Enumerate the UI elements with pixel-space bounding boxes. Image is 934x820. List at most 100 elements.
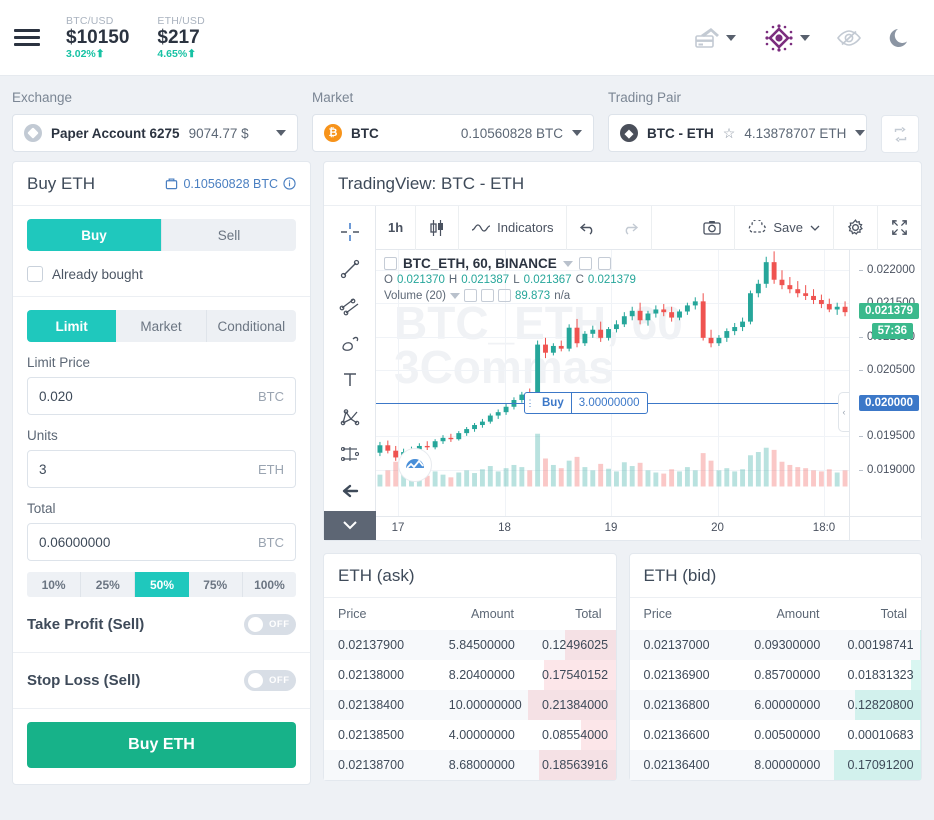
total-field[interactable]: BTC bbox=[27, 523, 296, 561]
fib-lines-icon[interactable] bbox=[330, 288, 370, 323]
chevron-down-icon bbox=[276, 130, 286, 136]
hamburger-icon[interactable] bbox=[14, 29, 40, 46]
table-row[interactable]: 0.021368006.000000000.12820800 bbox=[630, 690, 922, 720]
table-row[interactable]: 0.021370000.093000000.00198741 bbox=[630, 630, 922, 660]
chart-toolbar: 1h bbox=[376, 206, 921, 250]
chevron-down-icon[interactable] bbox=[563, 261, 573, 267]
tab-market[interactable]: Market bbox=[116, 310, 205, 342]
card-account-selector[interactable] bbox=[692, 25, 736, 51]
percent-100[interactable]: 100% bbox=[242, 572, 296, 597]
dark-mode-toggle[interactable] bbox=[888, 26, 912, 50]
wallet-icon bbox=[165, 177, 178, 190]
price-tick: 0.019500 bbox=[867, 430, 915, 442]
chart-plot-area[interactable]: BTC_ETH, 60 3Commas BTC_ETH, 60, BINANCE bbox=[376, 250, 849, 516]
table-row[interactable]: 0.021387008.680000000.18563916 bbox=[324, 750, 616, 780]
percent-50[interactable]: 50% bbox=[134, 572, 188, 597]
fullscreen-button[interactable] bbox=[878, 206, 921, 250]
indicators-button[interactable]: Indicators bbox=[459, 206, 566, 250]
take-profit-toggle[interactable]: OFF bbox=[244, 614, 296, 635]
table-row[interactable]: 0.021379005.845000000.12496025 bbox=[324, 630, 616, 660]
limit-price-field[interactable]: BTC bbox=[27, 377, 296, 415]
table-row[interactable]: 0.021366000.005000000.00010683 bbox=[630, 720, 922, 750]
chevron-down-icon bbox=[726, 35, 736, 41]
row-amount: 8.00000000 bbox=[740, 750, 833, 780]
row-total: 0.12496025 bbox=[528, 630, 615, 660]
tab-conditional[interactable]: Conditional bbox=[206, 310, 296, 342]
legend-collapse-icon[interactable] bbox=[384, 257, 397, 270]
refresh-button[interactable] bbox=[881, 115, 919, 153]
chart-settings-button[interactable] bbox=[834, 206, 878, 250]
row-price: 0.02137900 bbox=[324, 630, 435, 660]
chart-price-scale[interactable]: 0.0220000.0215000.0210000.0205000.020000… bbox=[849, 250, 921, 516]
favorite-star-icon[interactable]: ☆ bbox=[723, 125, 736, 142]
redo-button[interactable] bbox=[609, 206, 652, 250]
volume-settings-icon[interactable] bbox=[481, 289, 494, 302]
paper-account-icon bbox=[24, 124, 42, 142]
chevron-down-icon[interactable] bbox=[450, 293, 460, 299]
collapse-chevron-icon[interactable] bbox=[324, 511, 376, 540]
forecast-icon[interactable] bbox=[330, 437, 370, 472]
brush-icon[interactable] bbox=[330, 325, 370, 360]
table-row[interactable]: 0.021385004.000000000.08554000 bbox=[324, 720, 616, 750]
volume-close-icon[interactable] bbox=[498, 289, 511, 302]
total-input[interactable] bbox=[39, 535, 258, 550]
volume-na: n/a bbox=[554, 290, 570, 302]
ticker-btc-usd: BTC/USD $10150 3.02%⬆ bbox=[66, 15, 129, 61]
chart-type-button[interactable] bbox=[416, 206, 459, 250]
table-row[interactable]: 0.021364008.000000000.17091200 bbox=[630, 750, 922, 780]
limit-price-input[interactable] bbox=[39, 389, 258, 404]
stop-loss-label: Stop Loss (Sell) bbox=[27, 672, 140, 689]
drag-handle-icon[interactable]: ⋮ bbox=[525, 393, 535, 413]
screenshot-button[interactable] bbox=[690, 206, 735, 250]
save-label: Save bbox=[773, 220, 803, 235]
row-amount: 4.00000000 bbox=[435, 720, 528, 750]
percent-10[interactable]: 10% bbox=[27, 572, 80, 597]
tab-buy[interactable]: Buy bbox=[27, 219, 161, 251]
chart-card: TradingView: BTC - ETH bbox=[323, 161, 922, 541]
table-row[interactable]: 0.021380008.204000000.17540152 bbox=[324, 660, 616, 690]
order-panel-title: Buy ETH bbox=[27, 174, 95, 194]
row-amount: 5.84500000 bbox=[435, 630, 528, 660]
time-tick: 20 bbox=[711, 522, 724, 534]
percent-selector: 10% 25% 50% 75% 100% bbox=[27, 572, 296, 597]
units-input[interactable] bbox=[39, 462, 258, 477]
dashboard-logo-selector[interactable] bbox=[762, 21, 810, 55]
row-total: 0.12820800 bbox=[834, 690, 921, 720]
crosshair-icon[interactable] bbox=[330, 214, 370, 249]
interval-button[interactable]: 1h bbox=[376, 206, 416, 250]
stop-loss-toggle[interactable]: OFF bbox=[244, 670, 296, 691]
undo-button[interactable] bbox=[567, 206, 609, 250]
chart-panel-collapse-button[interactable]: ‹ bbox=[838, 392, 849, 432]
price-tick: 0.019000 bbox=[867, 464, 915, 476]
market-select[interactable]: ₿ BTC 0.10560828 BTC bbox=[312, 114, 594, 152]
hide-balances-toggle[interactable] bbox=[836, 27, 862, 49]
legend-eye-icon[interactable] bbox=[579, 257, 592, 270]
time-tick: 17 bbox=[392, 522, 405, 534]
chart-time-scale[interactable]: 1718192018:0 bbox=[376, 516, 849, 540]
buy-order-marker[interactable]: ⋮ Buy 3.00000000 bbox=[524, 392, 648, 414]
order-books: ETH (ask) Price Amount Total 0.021379005… bbox=[323, 553, 922, 781]
tab-limit[interactable]: Limit bbox=[27, 310, 116, 342]
legend-settings-icon[interactable] bbox=[598, 257, 611, 270]
percent-75[interactable]: 75% bbox=[189, 572, 242, 597]
bid-col-price: Price bbox=[630, 598, 741, 630]
pattern-icon[interactable] bbox=[330, 399, 370, 434]
trend-line-icon[interactable] bbox=[330, 251, 370, 286]
save-button[interactable]: Save bbox=[735, 206, 834, 250]
trading-pair-select[interactable]: ◆ BTC - ETH ☆ 4.13878707 ETH bbox=[608, 114, 867, 152]
units-field[interactable]: ETH bbox=[27, 450, 296, 488]
ethereum-icon: ◆ bbox=[620, 124, 638, 142]
percent-25[interactable]: 25% bbox=[80, 572, 134, 597]
already-bought-checkbox[interactable] bbox=[27, 266, 43, 282]
arrow-icon[interactable] bbox=[330, 474, 370, 509]
table-row[interactable]: 0.0213840010.000000000.21384000 bbox=[324, 690, 616, 720]
legend-open: 0.021370 bbox=[397, 274, 445, 286]
table-row[interactable]: 0.021369000.857000000.01831323 bbox=[630, 660, 922, 690]
volume-eye-icon[interactable] bbox=[464, 289, 477, 302]
buy-eth-button[interactable]: Buy ETH bbox=[27, 722, 296, 768]
text-icon[interactable] bbox=[330, 362, 370, 397]
bid-col-amount: Amount bbox=[740, 598, 833, 630]
tab-sell[interactable]: Sell bbox=[161, 219, 296, 251]
gear-icon bbox=[846, 218, 865, 237]
exchange-select[interactable]: Paper Account 6275 9074.77 $ bbox=[12, 114, 298, 152]
